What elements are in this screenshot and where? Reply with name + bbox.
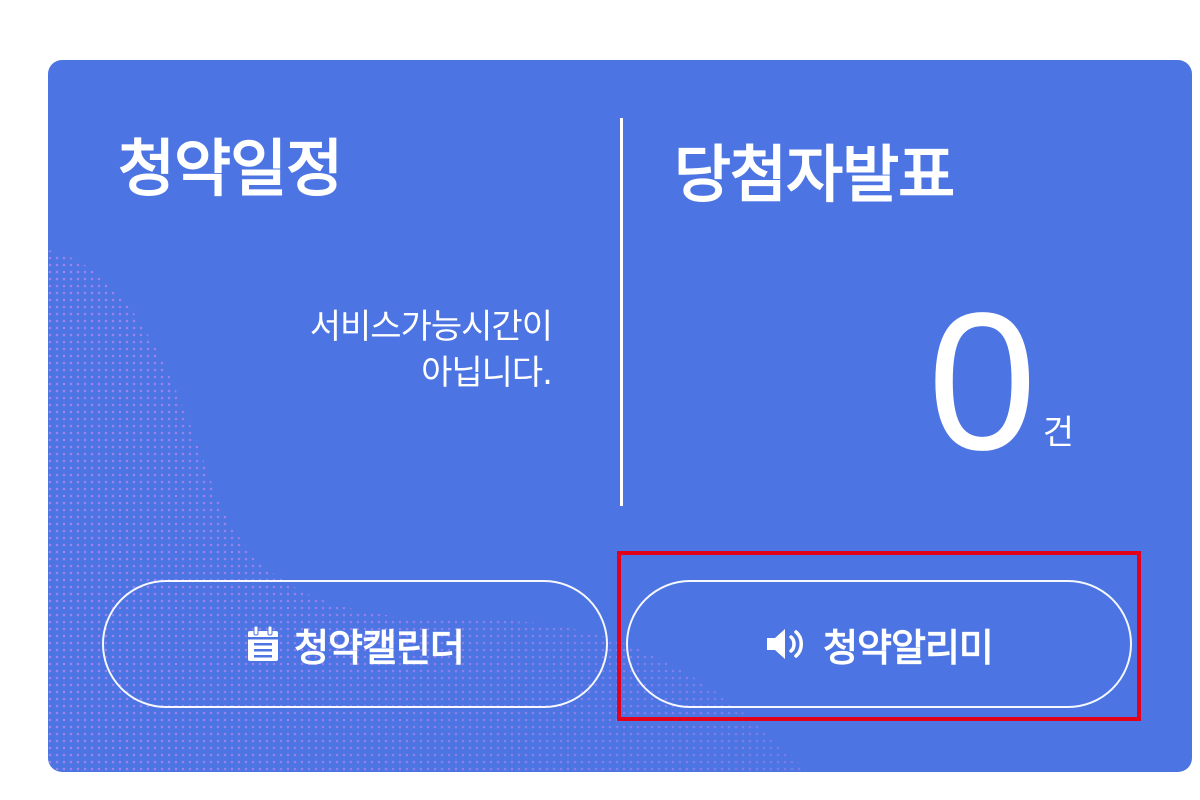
- vertical-divider: [620, 118, 623, 506]
- notice-line-2: 아닙니다.: [421, 353, 553, 393]
- subscription-calendar-label: 청약캘린더: [294, 625, 465, 670]
- subscription-alert-label: 청약알리미: [823, 625, 994, 670]
- winner-count: 0건: [928, 284, 1074, 480]
- subscription-card: 청약일정 당첨자발표 서비스가능시간이 아닙니다. 0건 청약캘린더 청약알리미: [48, 60, 1192, 772]
- winner-count-unit: 건: [1042, 413, 1074, 453]
- subscription-calendar-button[interactable]: 청약캘린더: [102, 580, 608, 708]
- subscription-alert-button[interactable]: 청약알리미: [626, 580, 1132, 708]
- service-unavailable-notice: 서비스가능시간이 아닙니다.: [309, 304, 553, 396]
- winner-count-number: 0: [927, 272, 1037, 491]
- subscription-schedule-title: 청약일정: [118, 132, 343, 205]
- notice-line-1: 서비스가능시간이: [309, 307, 553, 347]
- calendar-icon: [246, 625, 280, 663]
- speaker-icon: [765, 626, 809, 662]
- winner-announcement-title: 당첨자발표: [674, 138, 955, 211]
